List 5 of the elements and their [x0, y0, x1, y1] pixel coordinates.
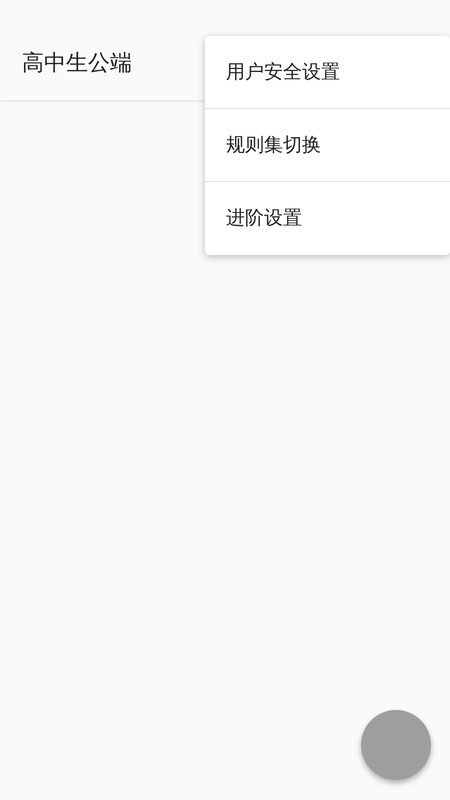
app-title: 高中生公端 [22, 50, 132, 78]
menu-item[interactable]: 用户安全设置 [205, 36, 450, 109]
menu-item[interactable]: 进阶设置 [205, 182, 450, 255]
menu-item[interactable]: 规则集切换 [205, 109, 450, 182]
floating-action-button[interactable] [361, 710, 431, 780]
